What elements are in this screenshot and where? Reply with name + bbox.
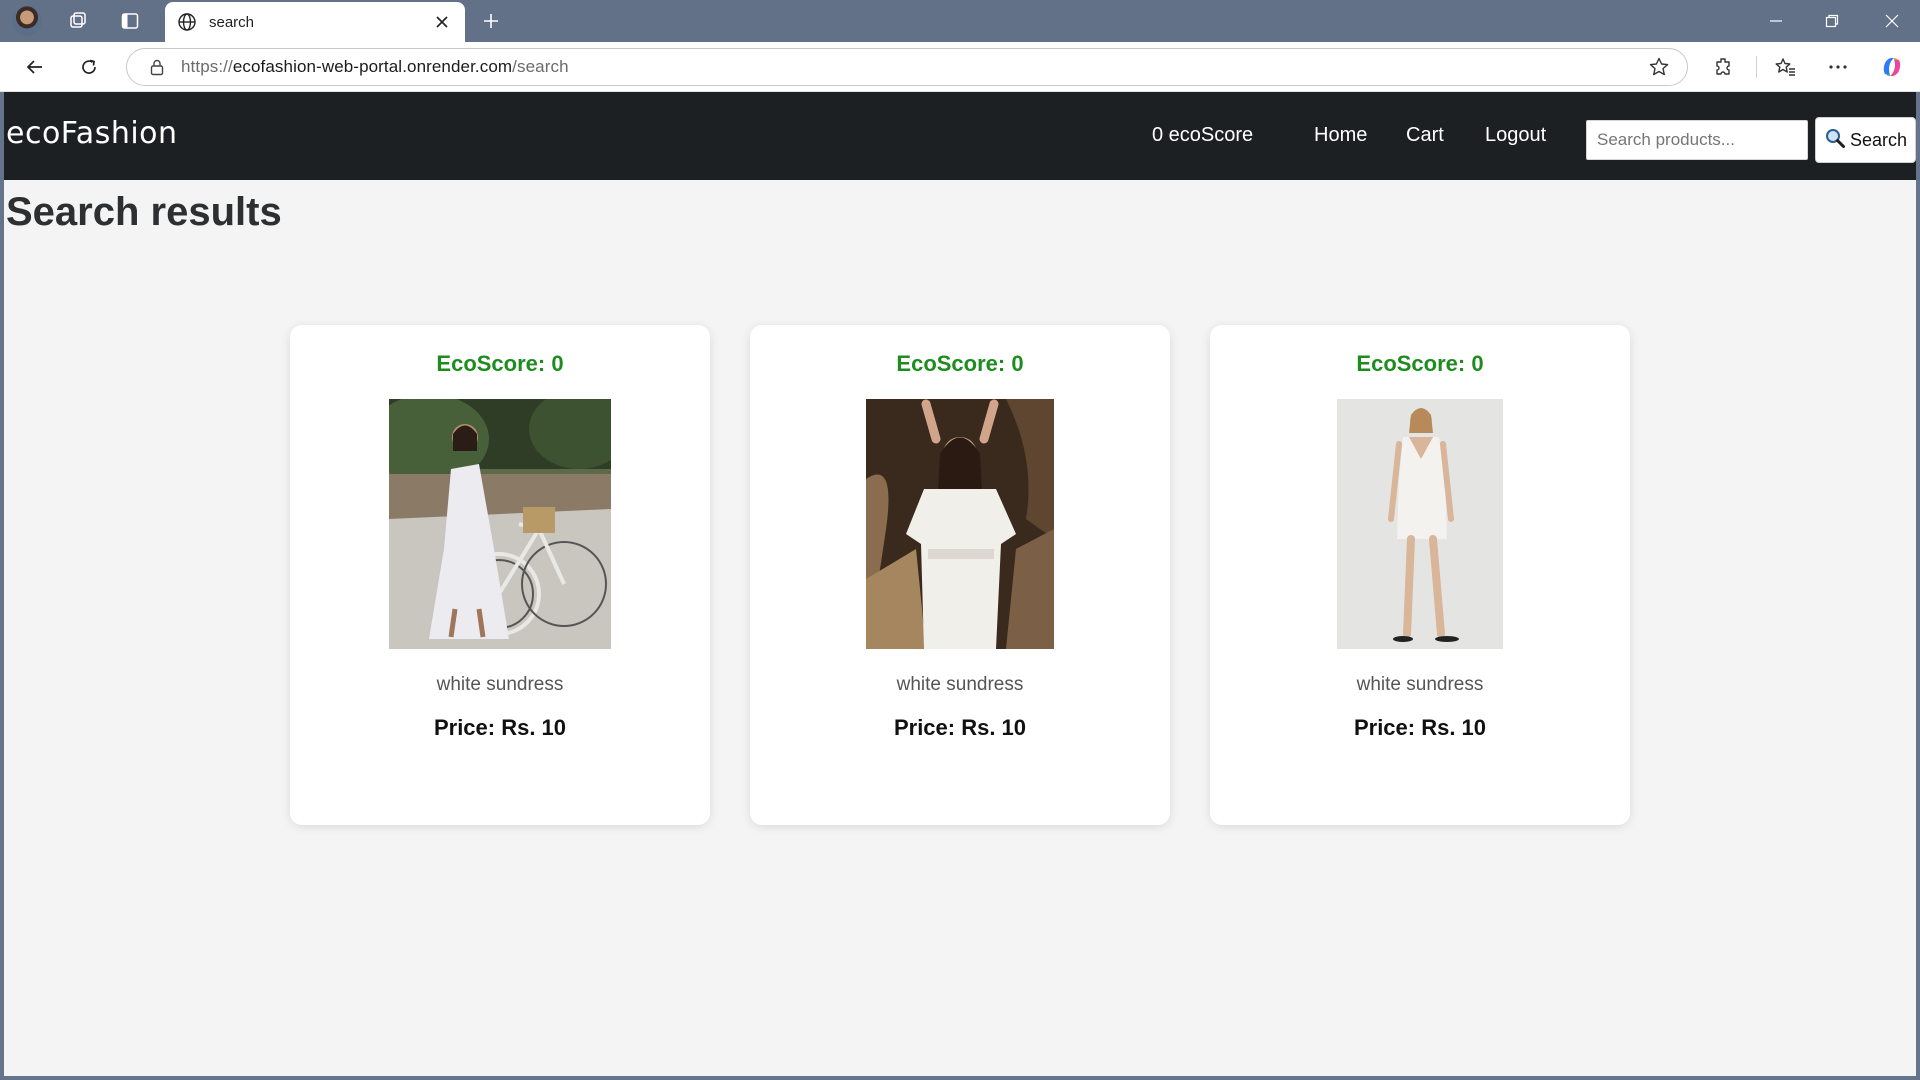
globe-icon [175, 10, 199, 34]
magnifier-icon [1824, 127, 1846, 154]
nav-home[interactable]: Home [1314, 124, 1367, 147]
back-icon[interactable] [18, 51, 52, 83]
more-options-icon[interactable] [1820, 51, 1856, 83]
profile-avatar[interactable] [12, 6, 42, 36]
product-card[interactable]: EcoScore: 0 white sundress Price: Rs. 10 [1210, 325, 1630, 825]
browser-titlebar: search [0, 0, 1920, 42]
product-image[interactable] [389, 399, 611, 649]
eco-score-link[interactable]: 0 ecoScore [1152, 124, 1253, 147]
product-name: white sundress [1356, 674, 1484, 695]
minimize-icon[interactable] [1748, 0, 1804, 42]
lock-icon[interactable] [147, 57, 167, 77]
favorite-star-icon[interactable] [1639, 49, 1679, 85]
new-tab-icon[interactable] [476, 8, 506, 34]
search-button-label: Search [1849, 129, 1908, 150]
restore-icon[interactable] [1804, 0, 1860, 42]
reload-icon[interactable] [72, 51, 106, 83]
brand-logo[interactable]: ecoFashion [6, 116, 178, 151]
url-text[interactable]: https://ecofashion-web-portal.onrender.c… [181, 57, 1639, 77]
close-window-icon[interactable] [1864, 0, 1920, 42]
nav-cart[interactable]: Cart [1406, 124, 1444, 147]
tab-title: search [209, 13, 255, 31]
window-bottom-edge [0, 1076, 1920, 1080]
product-image[interactable] [866, 399, 1054, 649]
close-tab-icon[interactable] [427, 7, 457, 37]
product-image[interactable] [1337, 399, 1503, 649]
copilot-icon[interactable] [1874, 51, 1910, 83]
search-button[interactable]: Search [1815, 117, 1916, 163]
tab-actions-icon[interactable] [116, 8, 144, 34]
product-card[interactable]: EcoScore: 0 white sundress Price: Rs. 10 [290, 325, 710, 825]
product-price: Price: Rs. 10 [1353, 715, 1487, 740]
product-eco-score: EcoScore: 0 [1356, 351, 1484, 376]
extensions-icon[interactable] [1706, 51, 1742, 83]
page-title: Search results [6, 190, 282, 234]
product-name: white sundress [896, 674, 1024, 695]
product-card[interactable]: EcoScore: 0 white sundress Price: Rs. 10 [750, 325, 1170, 825]
workspaces-icon[interactable] [64, 8, 92, 34]
address-bar[interactable]: https://ecofashion-web-portal.onrender.c… [126, 48, 1688, 86]
product-price: Price: Rs. 10 [433, 715, 567, 740]
favorites-icon[interactable] [1767, 51, 1803, 83]
browser-tab-active[interactable]: search [165, 2, 465, 42]
product-eco-score: EcoScore: 0 [896, 351, 1024, 376]
page-viewport: ecoFashion 0 ecoScore Home Cart Logout S… [4, 92, 1916, 1076]
browser-toolbar: https://ecofashion-web-portal.onrender.c… [0, 42, 1920, 92]
product-name: white sundress [436, 674, 564, 695]
site-navbar: ecoFashion 0 ecoScore Home Cart Logout S… [4, 92, 1916, 180]
product-price: Price: Rs. 10 [893, 715, 1027, 740]
nav-logout[interactable]: Logout [1485, 124, 1546, 147]
product-eco-score: EcoScore: 0 [436, 351, 564, 376]
product-search-input[interactable] [1586, 120, 1808, 160]
toolbar-divider [1756, 56, 1757, 78]
